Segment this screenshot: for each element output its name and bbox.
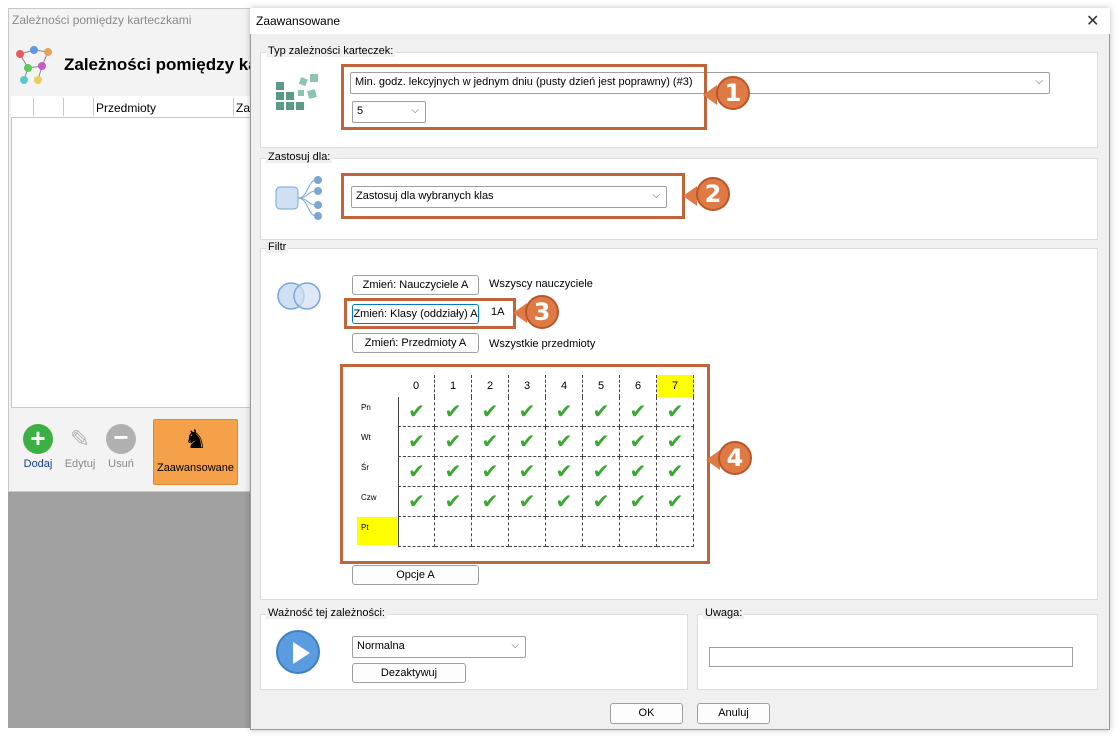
- callout-badge-4: 4: [718, 441, 752, 475]
- chevron-down-icon: ⌵: [1035, 76, 1043, 87]
- cards-grid-icon: [274, 72, 322, 119]
- callout-badge-1: 1: [716, 76, 750, 110]
- callout-box-1: [341, 64, 707, 130]
- apply-for-group-label: Zastosuj dla:: [266, 151, 333, 163]
- edit-button-label: Edytuj: [64, 458, 96, 470]
- importance-select[interactable]: Normalna ⌵: [352, 636, 526, 658]
- callout-pointer-1: [703, 85, 717, 105]
- dependency-type-group-label: Typ zależności karteczek:: [266, 45, 396, 57]
- advanced-button-label: Zaawansowane: [156, 462, 235, 474]
- delete-button-label: Usuń: [108, 458, 134, 470]
- venn-circles-icon: [274, 280, 324, 315]
- background-dependency-table: [11, 96, 251, 408]
- callout-box-4: [340, 364, 710, 564]
- background-window-header: Zależności pomiędzy ka: [64, 55, 258, 74]
- callout-box-2: [341, 173, 685, 219]
- change-teachers-button[interactable]: Zmień: Nauczyciele A: [352, 275, 479, 295]
- column-header-subjects[interactable]: Przedmioty: [96, 101, 156, 115]
- note-group-label: Uwaga:: [703, 607, 745, 619]
- importance-value: Normalna: [357, 640, 405, 652]
- pencil-icon: ✎: [69, 425, 91, 453]
- chevron-down-icon: ⌵: [511, 640, 519, 651]
- subjects-value: Wszystkie przedmioty: [489, 338, 596, 350]
- callout-badge-3: 3: [525, 295, 559, 329]
- column-header-truncated[interactable]: Za: [236, 101, 250, 115]
- cancel-button[interactable]: Anuluj: [697, 703, 770, 724]
- close-icon[interactable]: ✕: [1086, 11, 1099, 31]
- dialog-title: Zaawansowane: [256, 14, 341, 28]
- deactivate-button[interactable]: Dezaktywuj: [352, 663, 466, 683]
- change-subjects-button[interactable]: Zmień: Przedmioty A: [352, 333, 479, 353]
- empty-background-area: [8, 492, 250, 728]
- dependency-network-icon: [12, 42, 60, 91]
- note-input[interactable]: [709, 647, 1073, 667]
- callout-pointer-2: [683, 186, 697, 206]
- chess-knight-icon: ♞: [183, 425, 208, 455]
- add-button-label: Dodaj: [23, 458, 53, 470]
- dialog-titlebar: [250, 8, 1110, 34]
- callout-box-3: [344, 298, 516, 329]
- options-button[interactable]: Opcje A: [352, 565, 479, 585]
- importance-group-label: Ważność tej zależności:: [266, 607, 387, 619]
- advanced-button[interactable]: ♞ Zaawansowane: [153, 419, 238, 485]
- background-window-title: Zależności pomiędzy karteczkami: [12, 13, 192, 27]
- minus-icon: −: [106, 424, 136, 454]
- delete-button[interactable]: − Usuń: [102, 424, 140, 470]
- edit-button[interactable]: ✎ Edytuj: [60, 424, 100, 470]
- play-icon: [276, 630, 320, 674]
- ok-button[interactable]: OK: [610, 703, 683, 724]
- add-button[interactable]: + Dodaj: [18, 424, 58, 470]
- callout-badge-2: 2: [696, 177, 730, 211]
- plus-icon: +: [23, 424, 53, 454]
- tree-branch-icon: [274, 175, 324, 224]
- teachers-value: Wszyscy nauczyciele: [489, 278, 593, 290]
- filter-group-label: Filtr: [266, 241, 289, 253]
